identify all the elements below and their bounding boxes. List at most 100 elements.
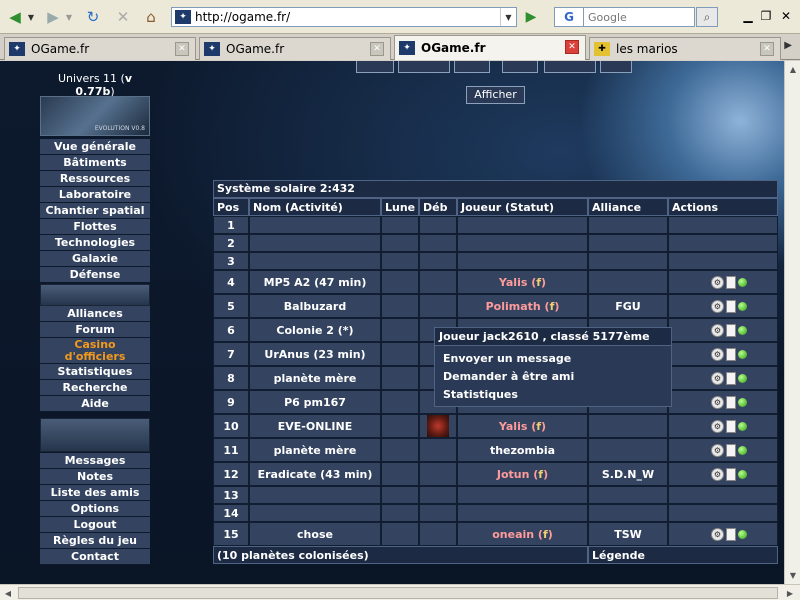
buddy-request-icon[interactable]: [738, 397, 747, 407]
menu-item-laboratoire[interactable]: Laboratoire: [40, 187, 150, 203]
player-name[interactable]: Yalis (f): [499, 420, 546, 433]
message-icon[interactable]: [726, 395, 736, 409]
menu-item-batiments[interactable]: Bâtiments: [40, 155, 150, 171]
message-icon[interactable]: [726, 527, 736, 541]
planet-name-cell[interactable]: Colonie 2 (*): [249, 318, 381, 342]
planet-name-cell[interactable]: Balbuzard: [249, 294, 381, 318]
espionage-icon[interactable]: ⚙: [711, 443, 724, 457]
back-arrow-icon[interactable]: ◀: [4, 6, 26, 28]
message-icon[interactable]: [726, 275, 736, 289]
buddy-request-icon[interactable]: [738, 445, 747, 455]
player-name[interactable]: Polimath (f): [486, 300, 560, 313]
horizontal-scrollbar[interactable]: ◀ ▶: [0, 584, 800, 600]
message-icon[interactable]: [726, 323, 736, 337]
url-text[interactable]: http://ogame.fr/: [195, 10, 500, 24]
scroll-left-icon[interactable]: ◀: [0, 585, 16, 600]
menu-item-options[interactable]: Options: [40, 501, 150, 517]
menu-item-alliances[interactable]: Alliances: [40, 306, 150, 322]
nav-button[interactable]: [356, 61, 394, 73]
buddy-request-icon[interactable]: [738, 421, 747, 431]
buddy-request-icon[interactable]: [738, 469, 747, 479]
planet-name-cell[interactable]: planète mère: [249, 438, 381, 462]
scrollbar-thumb[interactable]: [18, 587, 778, 599]
stop-icon[interactable]: ✕: [112, 6, 134, 28]
espionage-icon[interactable]: ⚙: [711, 371, 724, 385]
scroll-up-icon[interactable]: ▲: [785, 61, 800, 77]
url-bar[interactable]: ✦ http://ogame.fr/ ▼: [171, 7, 517, 27]
player-name[interactable]: Yalis (f): [499, 276, 546, 289]
menu-item-messages[interactable]: Messages: [40, 453, 150, 469]
buddy-request-icon[interactable]: [738, 373, 747, 383]
message-icon[interactable]: [726, 299, 736, 313]
planet-name-cell[interactable]: chose: [249, 522, 381, 546]
planet-name-cell[interactable]: P6 pm167: [249, 390, 381, 414]
debris-field-icon[interactable]: [427, 415, 449, 437]
espionage-icon[interactable]: ⚙: [711, 419, 724, 433]
planet-name-cell[interactable]: planète mère: [249, 366, 381, 390]
message-icon[interactable]: [726, 347, 736, 361]
espionage-icon[interactable]: ⚙: [711, 299, 724, 313]
menu-item-officers-casino[interactable]: Casino d'officiers: [40, 338, 150, 364]
search-magnifier-icon[interactable]: ⌕: [696, 7, 718, 27]
espionage-icon[interactable]: ⚙: [711, 347, 724, 361]
buddy-request-link[interactable]: Demander à être ami: [435, 368, 671, 386]
buddy-request-icon[interactable]: [738, 277, 747, 287]
nav-button[interactable]: [398, 61, 450, 73]
alliance-cell[interactable]: S.D.N_W: [588, 462, 668, 486]
player-cell[interactable]: thezombia: [457, 438, 588, 462]
alliance-cell[interactable]: TSW: [588, 522, 668, 546]
planet-name-cell[interactable]: Eradicate (43 min): [249, 462, 381, 486]
menu-item-technologies[interactable]: Technologies: [40, 235, 150, 251]
buddy-request-icon[interactable]: [738, 529, 747, 539]
menu-item-galaxie[interactable]: Galaxie: [40, 251, 150, 267]
home-icon[interactable]: ⌂: [140, 6, 162, 28]
tab-list-dropdown-icon[interactable]: ▶: [784, 40, 792, 51]
menu-item-flottes[interactable]: Flottes: [40, 219, 150, 235]
scroll-down-icon[interactable]: ▼: [785, 567, 800, 583]
restore-icon[interactable]: ❐: [758, 8, 774, 24]
buddy-request-icon[interactable]: [738, 325, 747, 335]
player-cell[interactable]: Yalis (f): [457, 270, 588, 294]
close-window-icon[interactable]: ✕: [778, 8, 794, 24]
player-name[interactable]: Jotun (f): [497, 468, 548, 481]
tab-ogame-1[interactable]: ✦ OGame.fr ✕: [4, 37, 196, 60]
reload-icon[interactable]: ↻: [82, 6, 104, 28]
menu-item-vue-generale[interactable]: Vue générale: [40, 139, 150, 155]
tab-close-icon[interactable]: ✕: [565, 40, 579, 54]
show-button[interactable]: Afficher: [466, 86, 525, 104]
espionage-icon[interactable]: ⚙: [711, 323, 724, 337]
forward-arrow-icon[interactable]: ▶: [42, 6, 64, 28]
statistics-link[interactable]: Statistiques: [435, 386, 671, 404]
message-icon[interactable]: [726, 371, 736, 385]
back-dropdown-icon[interactable]: ▼: [26, 6, 36, 28]
go-arrow-icon[interactable]: ▶: [520, 7, 542, 27]
tab-close-icon[interactable]: ✕: [760, 42, 774, 56]
buddy-request-icon[interactable]: [738, 301, 747, 311]
tab-close-icon[interactable]: ✕: [370, 42, 384, 56]
menu-item-defense[interactable]: Défense: [40, 267, 150, 283]
url-dropdown-icon[interactable]: ▼: [500, 8, 516, 26]
menu-item-contact[interactable]: Contact: [40, 549, 150, 565]
message-icon[interactable]: [726, 467, 736, 481]
minimize-icon[interactable]: ▁: [740, 8, 756, 24]
menu-item-statistiques[interactable]: Statistiques: [40, 364, 150, 380]
menu-item-forum[interactable]: Forum: [40, 322, 150, 338]
alliance-cell[interactable]: FGU: [588, 294, 668, 318]
send-message-link[interactable]: Envoyer un message: [435, 350, 671, 368]
buddy-request-icon[interactable]: [738, 349, 747, 359]
tab-close-icon[interactable]: ✕: [175, 42, 189, 56]
planet-name-cell[interactable]: UrAnus (23 min): [249, 342, 381, 366]
nav-button[interactable]: [600, 61, 632, 73]
menu-item-recherche[interactable]: Recherche: [40, 380, 150, 396]
menu-item-regles-du-jeu[interactable]: Règles du jeu: [40, 533, 150, 549]
message-icon[interactable]: [726, 443, 736, 457]
nav-button[interactable]: [502, 61, 538, 73]
forward-dropdown-icon[interactable]: ▼: [64, 6, 74, 28]
nav-button[interactable]: [454, 61, 490, 73]
player-name[interactable]: oneain (f): [492, 528, 553, 541]
legend-link[interactable]: Légende: [588, 546, 778, 564]
search-engine-selector[interactable]: G: [554, 7, 584, 27]
espionage-icon[interactable]: ⚙: [711, 527, 724, 541]
tab-ogame-2[interactable]: ✦ OGame.fr ✕: [199, 37, 391, 60]
player-cell[interactable]: Jotun (f): [457, 462, 588, 486]
